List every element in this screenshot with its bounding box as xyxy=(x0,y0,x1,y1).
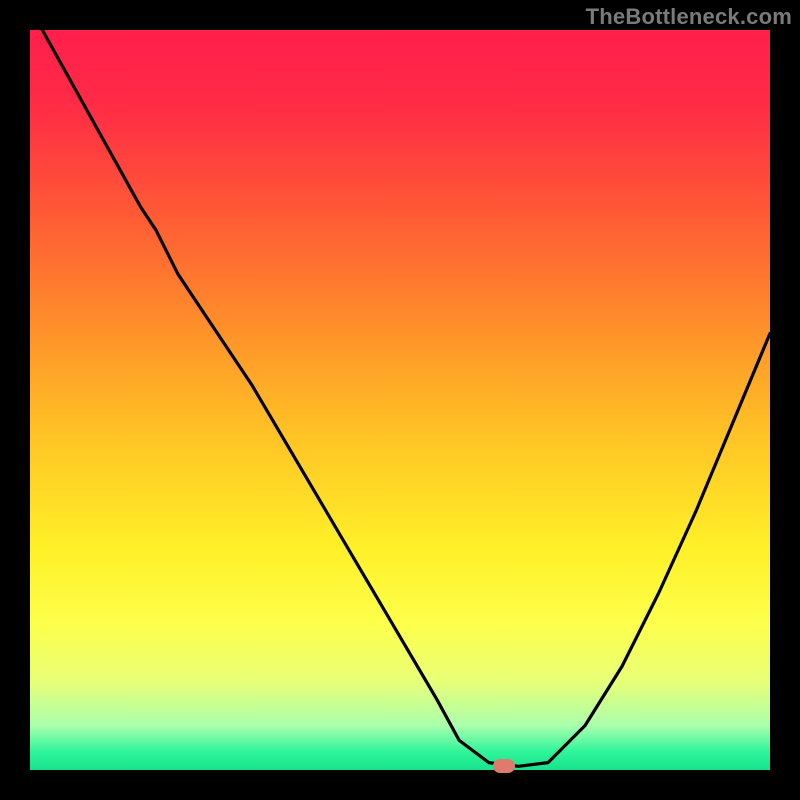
background-gradient xyxy=(30,30,770,770)
optimal-point-marker xyxy=(493,759,515,773)
watermark-text: TheBottleneck.com xyxy=(586,4,792,30)
plot-area xyxy=(30,30,770,770)
chart-frame: TheBottleneck.com xyxy=(0,0,800,800)
